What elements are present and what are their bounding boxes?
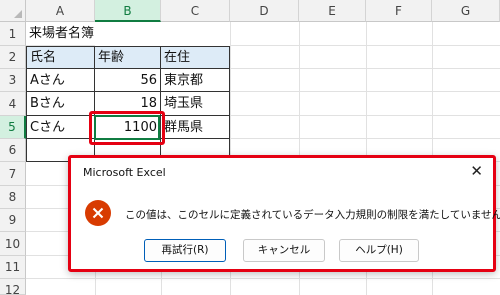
error-icon	[85, 200, 111, 226]
dialog-message: この値は、このセルに定義されているデータ入力規則の制限を満たしていません。	[125, 209, 500, 221]
cell-c4[interactable]: 埼玉県	[161, 92, 230, 116]
help-button[interactable]: ヘルプ(H)	[339, 239, 419, 262]
cell-c5[interactable]: 群馬県	[161, 116, 230, 139]
cell-a3[interactable]: Aさん	[26, 69, 95, 92]
dialog-title: Microsoft Excel	[83, 166, 166, 179]
column-header-e[interactable]: E	[299, 0, 366, 22]
cell-b3[interactable]: 56	[95, 69, 161, 92]
cancel-button[interactable]: キャンセル	[243, 239, 325, 262]
validation-error-dialog: Microsoft Excel ✕ この値は、このセルに定義されているデータ入力…	[68, 155, 500, 272]
row-header-9[interactable]: 9	[0, 209, 26, 232]
row-header-1[interactable]: 1	[0, 22, 26, 46]
cell-b4[interactable]: 18	[95, 92, 161, 116]
row-header-4[interactable]: 4	[0, 92, 26, 116]
row-header-7[interactable]: 7	[0, 162, 26, 186]
retry-button[interactable]: 再試行(R)	[144, 239, 226, 262]
row-header-10[interactable]: 10	[0, 232, 26, 256]
row-header-3[interactable]: 3	[0, 69, 26, 92]
column-header-b[interactable]: B	[95, 0, 161, 22]
cell-a5[interactable]: Cさん	[26, 116, 95, 139]
close-icon[interactable]: ✕	[470, 161, 483, 181]
row-header-8[interactable]: 8	[0, 186, 26, 209]
cell-b5[interactable]: 1100	[95, 116, 161, 139]
row-header-11[interactable]: 11	[0, 256, 26, 279]
column-header-f[interactable]: F	[366, 0, 432, 22]
column-header-g[interactable]: G	[432, 0, 500, 22]
cell-c2[interactable]: 在住	[161, 46, 230, 69]
cell-c3[interactable]: 東京都	[161, 69, 230, 92]
select-all-corner[interactable]	[0, 0, 26, 22]
row-header-6[interactable]: 6	[0, 139, 26, 162]
column-header-c[interactable]: C	[161, 0, 230, 22]
row-header-12[interactable]: 12	[0, 279, 26, 295]
cell-a4[interactable]: Bさん	[26, 92, 95, 116]
cell-b2[interactable]: 年齢	[95, 46, 161, 69]
column-header-d[interactable]: D	[230, 0, 299, 22]
cell-a2[interactable]: 氏名	[26, 46, 95, 69]
row-header-5[interactable]: 5	[0, 116, 26, 139]
row-header-2[interactable]: 2	[0, 46, 26, 69]
cell-a1[interactable]: 来場者名簿	[26, 22, 95, 46]
column-header-a[interactable]: A	[26, 0, 95, 22]
